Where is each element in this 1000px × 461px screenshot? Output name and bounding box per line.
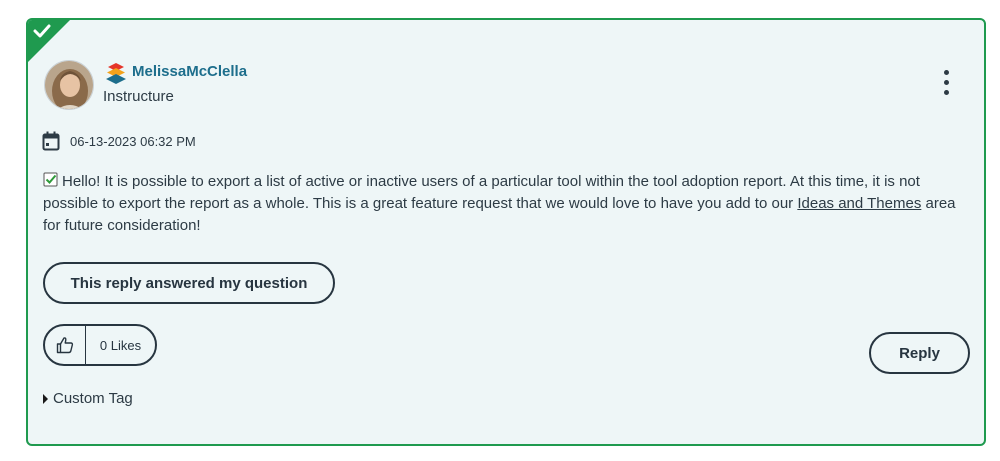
reply-button[interactable]: Reply	[869, 332, 970, 374]
accept-solution-button[interactable]: This reply answered my question	[43, 262, 335, 304]
thumbs-up-icon	[56, 337, 74, 354]
avatar-image	[45, 61, 93, 109]
caret-right-icon	[43, 393, 48, 404]
ideas-and-themes-link[interactable]: Ideas and Themes	[797, 195, 921, 212]
kudos-group: 0 Likes	[43, 324, 157, 366]
kudos-count[interactable]: 0 Likes	[86, 326, 155, 364]
post-date: 06-13-2023 06:32 PM	[70, 134, 196, 149]
author-organization: Instructure	[103, 88, 174, 105]
kudos-button[interactable]	[45, 326, 86, 364]
custom-tag-label: Custom Tag	[53, 390, 133, 407]
post-body-text: Hello! It is possible to export a list o…	[43, 173, 920, 212]
accepted-solution-check-icon	[33, 24, 51, 38]
reply-card: MelissaMcClella Instructure 06-13-2023 0…	[26, 18, 986, 446]
kebab-menu-icon[interactable]	[936, 70, 956, 100]
custom-tag-toggle[interactable]: Custom Tag	[43, 390, 133, 407]
calendar-icon	[42, 131, 60, 151]
avatar[interactable]	[44, 60, 94, 110]
post-body: Hello! It is possible to export a list o…	[43, 171, 958, 237]
checkbox-checked-icon	[43, 172, 58, 187]
author-name[interactable]: MelissaMcClella	[132, 63, 247, 80]
instructure-rank-icon	[106, 63, 126, 84]
